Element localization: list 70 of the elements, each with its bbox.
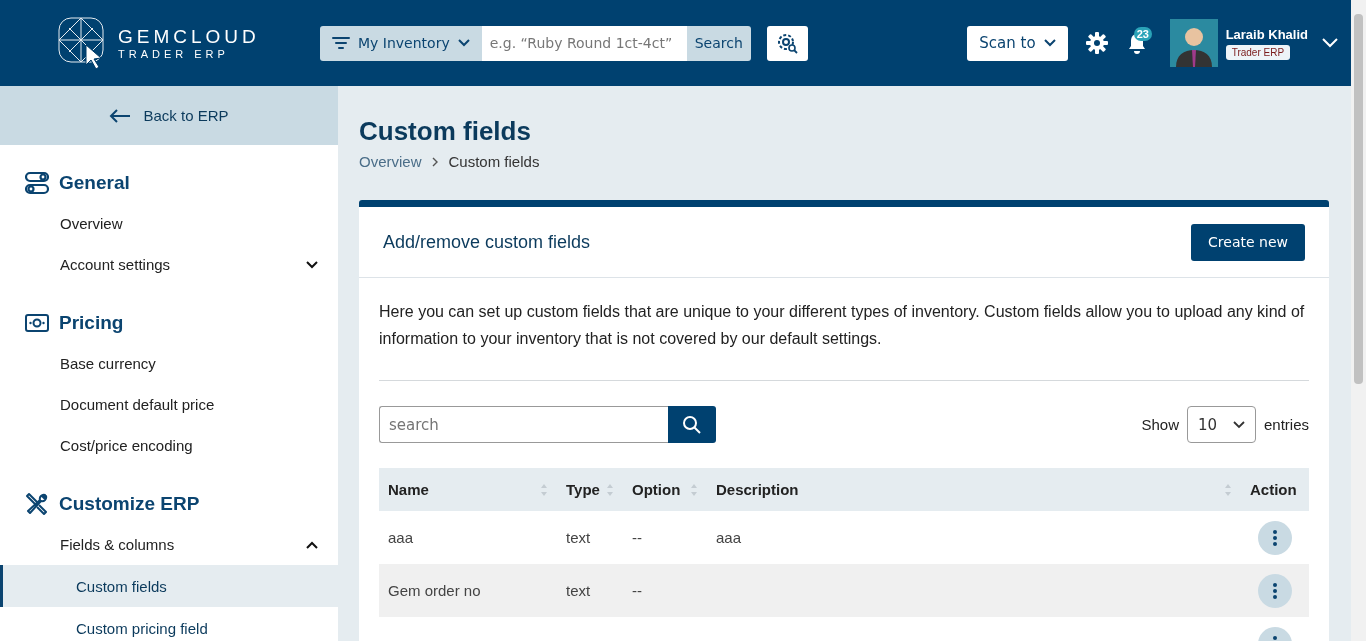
tools-icon: [25, 491, 49, 516]
search-button[interactable]: [668, 406, 716, 443]
sort-icon: [606, 482, 614, 497]
create-new-button[interactable]: Create new: [1191, 223, 1305, 261]
table-cell: --: [632, 582, 642, 599]
page-size-select[interactable]: 10: [1186, 406, 1256, 443]
column-header[interactable]: Option: [623, 468, 707, 511]
filter-icon: [332, 36, 350, 50]
arrow-left-icon: [109, 108, 132, 123]
row-actions-button[interactable]: [1258, 520, 1292, 555]
logo-tagline: TRADER ERP: [118, 48, 230, 60]
table-cell: aaa: [388, 529, 414, 546]
search-settings-button[interactable]: [766, 25, 808, 61]
inventory-search-field[interactable]: e.g. “Ruby Round 1ct-4ct”: [481, 25, 687, 61]
avatar-silhouette: [1169, 19, 1218, 67]
sidebar-section-title: General: [59, 171, 130, 194]
page-title: Custom fields: [359, 116, 532, 147]
column-header[interactable]: Type: [557, 468, 623, 511]
sort-icon: [690, 482, 698, 497]
notification-count: 23: [1133, 27, 1152, 41]
chevron-down-icon: [1043, 39, 1056, 47]
sidebar-item[interactable]: Fields & columns: [0, 524, 338, 565]
sort-icon: [1224, 482, 1232, 497]
table-cell: --: [632, 529, 642, 546]
kebab-menu-icon: [1273, 582, 1277, 599]
sidebar-subitem[interactable]: Custom pricing field: [0, 607, 338, 641]
search-icon: [682, 414, 702, 435]
user-name: Laraib Khalid: [1225, 26, 1308, 42]
card-title: Add/remove custom fields: [383, 231, 591, 253]
column-header[interactable]: Name: [379, 468, 557, 511]
scan-to-button[interactable]: Scan to: [967, 25, 1068, 61]
sidebar-item[interactable]: Account settings: [0, 244, 338, 285]
sidebar-item[interactable]: Base currency: [0, 343, 338, 384]
chevron-up-icon: [306, 540, 318, 549]
breadcrumb-link[interactable]: Overview: [359, 153, 422, 170]
sidebar-section-title: Pricing: [59, 311, 124, 334]
chevron-down-icon[interactable]: [1322, 38, 1338, 48]
logo-name: GEMCLOUD: [118, 26, 260, 48]
gear-search-icon: [776, 32, 799, 54]
table-search-field[interactable]: search: [379, 406, 668, 443]
toggles-icon: [25, 170, 49, 195]
sidebar-item[interactable]: Cost/price encoding: [0, 425, 338, 466]
chevron-down-icon: [457, 39, 470, 47]
sidebar-item[interactable]: Overview: [0, 203, 338, 244]
show-label: Show: [1141, 416, 1179, 433]
column-header[interactable]: Description: [707, 468, 1241, 511]
table-cell: aaa: [716, 529, 742, 546]
search-button[interactable]: Search: [686, 25, 751, 61]
sidebar-subitem[interactable]: Custom fields: [0, 565, 338, 607]
user-role-tag: Trader ERP: [1225, 44, 1291, 60]
inventory-scope-dropdown[interactable]: My Inventory: [320, 25, 482, 61]
breadcrumb-current: Custom fields: [448, 153, 540, 170]
chevron-right-icon: [431, 156, 439, 167]
back-to-erp-link[interactable]: Back to ERP: [0, 86, 338, 145]
table-cell: text: [566, 529, 591, 546]
sidebar-section-title: Customize ERP: [59, 492, 200, 515]
description-text: Here you can set up custom fields that are unique to your different types of inventory. Custom fields allow you to upload any kind of information to your inventory that is not covered by our default settings.: [379, 278, 1309, 381]
table-cell: text: [566, 582, 591, 599]
sort-icon: [540, 482, 548, 497]
scrollbar[interactable]: [1351, 0, 1366, 641]
sidebar-item[interactable]: Document default price: [0, 384, 338, 425]
banknote-icon: [25, 312, 49, 333]
kebab-menu-icon: [1273, 529, 1277, 546]
settings-icon[interactable]: [1085, 32, 1108, 54]
chevron-down-icon: [306, 260, 318, 269]
entries-label: entries: [1263, 416, 1309, 433]
row-actions-button[interactable]: [1258, 573, 1292, 608]
chevron-down-icon: [1232, 420, 1245, 429]
column-header[interactable]: Action: [1241, 468, 1309, 511]
table-cell: Gem order no: [388, 582, 481, 599]
